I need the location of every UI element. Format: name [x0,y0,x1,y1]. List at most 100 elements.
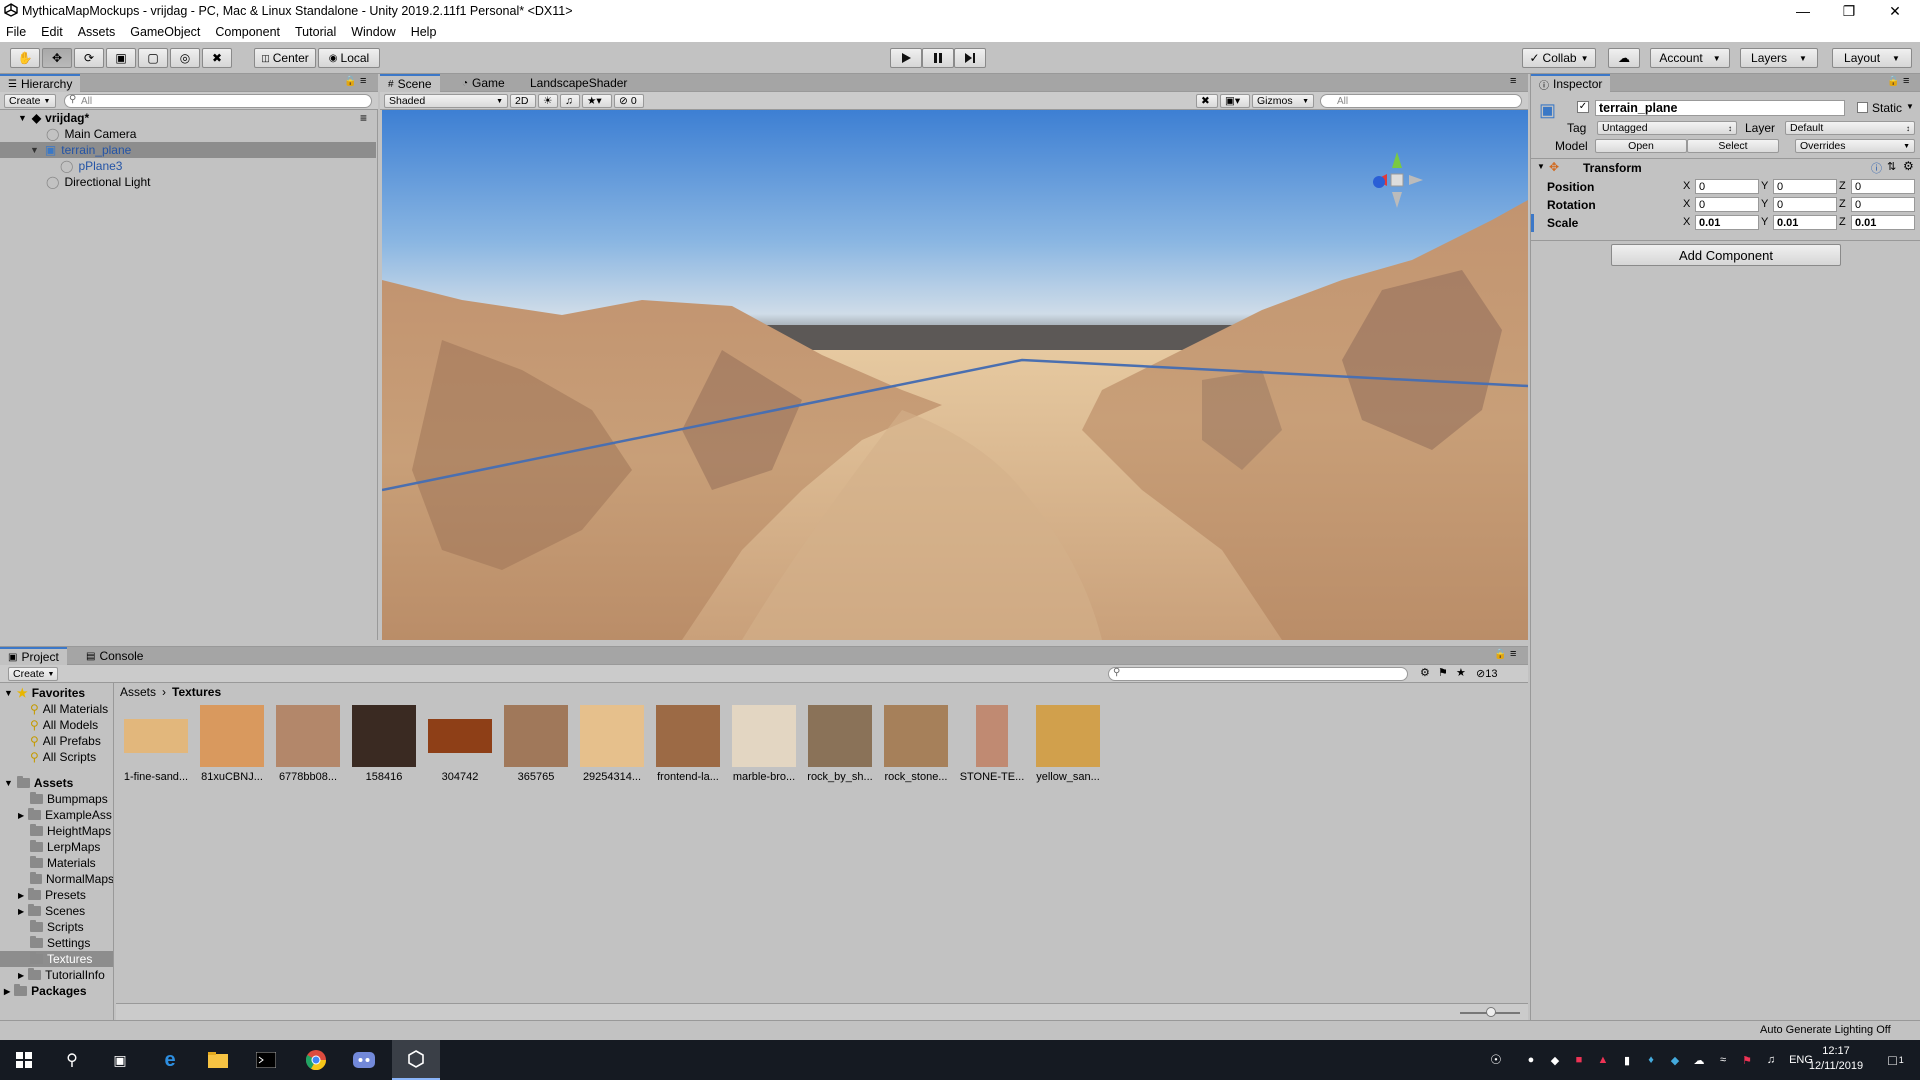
asset-item[interactable]: 1-fine-sand... [120,705,192,783]
pivot-local-button[interactable]: ◉ Local [318,48,380,68]
wifi-icon[interactable]: ≈ [1712,1040,1734,1080]
project-create-button[interactable]: Create ▼ [8,667,58,681]
scale-y-field[interactable]: 0.01 [1773,215,1837,230]
model-select-button[interactable]: Select [1687,139,1779,153]
asset-item[interactable]: 158416 [348,705,420,783]
asset-item[interactable]: frontend-la... [652,705,724,783]
tools-icon[interactable]: ✖ [1196,94,1218,108]
folder-presets[interactable]: ▶ Presets [0,887,113,903]
asset-item[interactable]: 6778bb08... [272,705,344,783]
rect-tool-icon[interactable]: ▢ [138,48,168,68]
pause-button[interactable] [922,48,954,68]
help-icon[interactable]: ⓘ [1871,160,1882,176]
preset-icon[interactable]: ⇅ [1887,160,1896,173]
folder-normalmaps[interactable]: NormalMaps [0,871,113,887]
rotate-tool-icon[interactable]: ⟳ [74,48,104,68]
layout-dropdown[interactable]: Layout ▼ [1832,48,1912,68]
collab-dropdown[interactable]: ✓ Collab ▼ [1522,48,1596,68]
lock-icon[interactable]: 🔒 [344,76,356,87]
breadcrumb-assets[interactable]: Assets [120,685,156,699]
tab-game[interactable]: ◔ Game [454,74,513,92]
hierarchy-item-main-camera[interactable]: ◯ Main Camera [0,126,376,142]
asset-item[interactable]: 304742 [424,705,496,783]
app-tray-icon[interactable]: ▲ [1592,1040,1614,1080]
folder-textures[interactable]: Textures [0,951,113,967]
favorite-all-models[interactable]: ⚲ All Models [0,717,113,733]
folder-heightmaps[interactable]: HeightMaps [0,823,113,839]
transform-tool-icon[interactable]: ◎ [170,48,200,68]
folder-tutorialinfo[interactable]: ▶ TutorialInfo [0,967,113,983]
favorite-all-scripts[interactable]: ⚲ All Scripts [0,749,113,765]
favorite-all-prefabs[interactable]: ⚲ All Prefabs [0,733,113,749]
favorites-header[interactable]: ▼ ★ Favorites [0,685,113,701]
packages-header[interactable]: ▶ Packages [0,983,113,999]
project-search-input[interactable] [1108,667,1408,681]
gear-icon[interactable]: ⚙ [1903,159,1914,173]
lock-icon[interactable]: 🔒 [1494,649,1506,660]
asset-item[interactable]: 365765 [500,705,572,783]
close-button[interactable]: ✕ [1872,0,1918,22]
folder-scripts[interactable]: Scripts [0,919,113,935]
search-icon[interactable]: ⚲ [48,1040,96,1080]
gizmos-dropdown[interactable]: Gizmos ▼ [1252,94,1314,108]
task-view-icon[interactable]: ▣ [96,1040,144,1080]
tab-landscapeshader[interactable]: LandscapeShader [522,74,635,92]
asset-item[interactable]: STONE-TE... [956,705,1028,783]
assets-header[interactable]: ▼ Assets [0,775,113,791]
favorite-all-materials[interactable]: ⚲ All Materials [0,701,113,717]
battery-icon[interactable]: ▮ [1616,1040,1638,1080]
custom-tool-icon[interactable]: ✖ [202,48,232,68]
position-x-field[interactable]: 0 [1695,179,1759,194]
rotation-x-field[interactable]: 0 [1695,197,1759,212]
menu-edit[interactable]: Edit [41,25,63,39]
zoom-slider-thumb[interactable] [1486,1007,1496,1017]
overrides-dropdown[interactable]: Overrides ▼ [1795,139,1915,153]
scene-root[interactable]: ▼ ◆ vrijdag* ≡ [0,110,376,126]
hierarchy-search-input[interactable]: All [64,94,372,108]
asset-item[interactable]: marble-bro... [728,705,800,783]
scene-search-input[interactable]: All [1320,94,1522,108]
menu-gameobject[interactable]: GameObject [130,25,200,39]
star-icon[interactable]: ★ [1456,666,1466,679]
asset-item[interactable]: 81xuCBNJ... [196,705,268,783]
layer-dropdown[interactable]: Default ↕ [1785,121,1915,135]
cloud-button[interactable]: ☁ [1608,48,1640,68]
tag-dropdown[interactable]: Untagged ↕ [1597,121,1737,135]
scene-menu-icon[interactable]: ≡ [360,111,367,125]
rotation-y-field[interactable]: 0 [1773,197,1837,212]
position-y-field[interactable]: 0 [1773,179,1837,194]
antivirus-icon[interactable]: ⚑ [1736,1040,1758,1080]
folder-settings[interactable]: Settings [0,935,113,951]
filter-type-icon[interactable]: ⚙ [1420,666,1430,679]
terminal-icon[interactable] [242,1040,290,1080]
move-tool-icon[interactable]: ✥ [42,48,72,68]
static-checkbox[interactable] [1857,102,1868,113]
chevron-down-icon[interactable]: ▼ [1906,102,1914,111]
2d-toggle[interactable]: 2D [510,94,536,108]
file-explorer-icon[interactable] [194,1040,242,1080]
panel-menu-icon[interactable]: ≡ [360,75,366,87]
discord-icon[interactable] [340,1040,388,1080]
lighting-toggle-icon[interactable]: ☀ [538,94,558,108]
minimize-button[interactable]: — [1780,0,1826,22]
menu-window[interactable]: Window [351,25,395,39]
scale-z-field[interactable]: 0.01 [1851,215,1915,230]
tab-console[interactable]: ▤ Console [78,647,151,665]
model-open-button[interactable]: Open [1595,139,1687,153]
effects-dropdown-icon[interactable]: ★▾ [582,94,612,108]
pivot-center-button[interactable]: ◫ Center [254,48,316,68]
hierarchy-item-pplane3[interactable]: ◯ pPlane3 [0,158,376,174]
edge-icon[interactable]: e [146,1040,194,1080]
asset-item[interactable]: rock_by_sh... [804,705,876,783]
camera-dropdown-icon[interactable]: ▣▾ [1220,94,1250,108]
asset-item[interactable]: rock_stone... [880,705,952,783]
lock-icon[interactable]: 🔒 [1887,76,1899,87]
adobe-tray-icon[interactable]: ■ [1568,1040,1590,1080]
restore-button[interactable]: ❐ [1826,0,1872,22]
tab-inspector[interactable]: ⓘ Inspector [1531,74,1611,92]
panel-menu-icon[interactable]: ≡ [1510,648,1516,660]
folder-exampleassets[interactable]: ▶ ExampleAss [0,807,113,823]
unity-tray-icon[interactable]: ◆ [1544,1040,1566,1080]
menu-assets[interactable]: Assets [78,25,116,39]
onedrive-icon[interactable]: ☁ [1688,1040,1710,1080]
